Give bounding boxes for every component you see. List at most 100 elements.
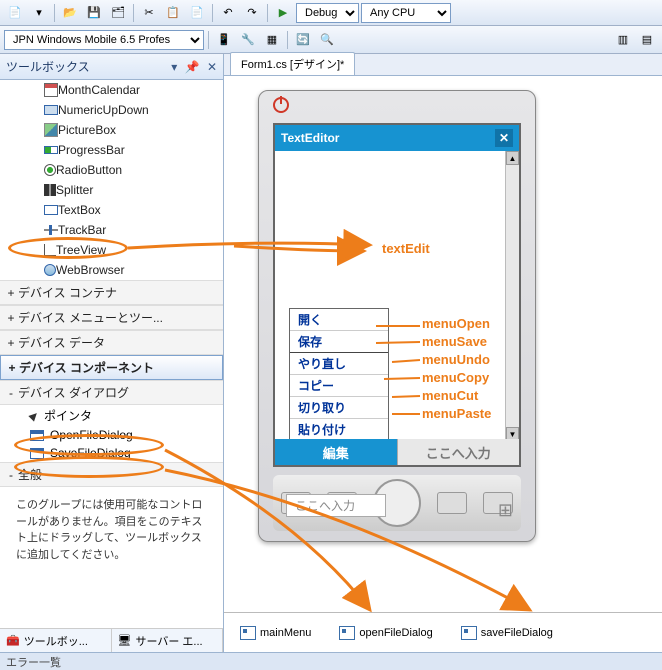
toolbox-item-icon	[44, 226, 58, 234]
dropdown-icon[interactable]: ▾	[28, 2, 50, 24]
doc-tab-form1[interactable]: Form1.cs [デザイン]*	[230, 52, 355, 75]
tray-savefiledialog[interactable]: saveFileDialog	[461, 626, 553, 640]
toolbox-category[interactable]: +デバイス データ	[0, 330, 223, 355]
toolbox-item-monthcalendar[interactable]: MonthCalendar	[0, 80, 223, 100]
menu-item[interactable]: やり直し	[290, 353, 388, 375]
menu-item[interactable]: コピー	[290, 375, 388, 397]
paste-button[interactable]: 📄	[186, 2, 208, 24]
toolbox-category[interactable]: +デバイス コンテナ	[0, 280, 223, 305]
main-toolbar: 📄 ▾ 📂 💾 🗂 ✂ 📋 📄 ↶ ↷ ▶ Debug Any CPU	[0, 0, 662, 26]
device-emulator: TextEditor ✕ ▲ ▼ 開く保存やり直しコピー切り取り貼り付け 編集	[258, 90, 536, 542]
toolbox-footer-tabs: 🧰ツールボッ... 🖥サーバー エ...	[0, 628, 223, 652]
vertical-scrollbar[interactable]: ▲ ▼	[505, 151, 519, 441]
form-title: TextEditor	[281, 131, 339, 145]
menu-input-hint[interactable]: ここへ入力	[286, 494, 386, 517]
component-tray: mainMenu openFileDialog saveFileDialog	[224, 612, 662, 652]
toolbox-category[interactable]: +デバイス コンポーネント	[0, 355, 223, 380]
expand-icon[interactable]: +	[4, 311, 18, 325]
copy-button[interactable]: 📋	[162, 2, 184, 24]
config-select[interactable]: Debug	[296, 3, 359, 23]
toolbox-category[interactable]: -デバイス ダイアログ	[0, 380, 223, 405]
expand-icon[interactable]: +	[5, 361, 19, 375]
close-icon[interactable]: ✕	[495, 129, 513, 147]
toolbox-panel: ツールボックス ▾ 📌 ✕ MonthCalendarNumericUpDown…	[0, 54, 224, 652]
tray-mainmenu[interactable]: mainMenu	[240, 626, 311, 640]
toolbox-item-savefiledialog[interactable]: SaveFileDialog	[0, 444, 223, 462]
new-project-button[interactable]: 📄	[4, 2, 26, 24]
soft-key-right[interactable]: ここへ入力	[397, 439, 520, 465]
expand-icon[interactable]: +	[4, 286, 18, 300]
toolbox-item-icon	[28, 410, 39, 421]
toolbox-item-icon	[44, 105, 58, 115]
toolbox-header: ツールボックス ▾ 📌 ✕	[0, 54, 223, 80]
scroll-up-icon[interactable]: ▲	[506, 151, 519, 165]
expand-icon[interactable]: -	[4, 468, 18, 482]
windows-logo-icon: ⊞	[498, 500, 513, 521]
toolbox-item-icon	[44, 205, 58, 215]
open-button[interactable]: 📂	[59, 2, 81, 24]
device-select[interactable]: JPN Windows Mobile 6.5 Profes	[4, 30, 204, 50]
menu-item[interactable]: 保存	[290, 331, 388, 353]
zoom-button[interactable]: 🔍	[316, 29, 338, 51]
toolbox-empty-text: このグループには使用可能なコントロールがありません。項目をこのテキスト上にドラッ…	[0, 487, 223, 573]
soft-key-left[interactable]: 編集	[275, 439, 397, 465]
designer-panel: Form1.cs [デザイン]* TextEditor ✕ ▲ ▼	[224, 54, 662, 652]
toolbox-item-trackbar[interactable]: TrackBar	[0, 220, 223, 240]
toolbox-item-numericupdown[interactable]: NumericUpDown	[0, 100, 223, 120]
device-toolbar: JPN Windows Mobile 6.5 Profes 📱 🔧 ▦ 🔄 🔍 …	[0, 26, 662, 54]
device-btn1[interactable]: 📱	[213, 29, 235, 51]
toolbox-item-openfiledialog[interactable]: OpenFileDialog	[0, 426, 223, 444]
layout-btn1[interactable]: ▥	[612, 29, 634, 51]
footer-tab-server[interactable]: 🖥サーバー エ...	[112, 629, 224, 652]
component-icon	[461, 626, 477, 640]
expand-icon[interactable]: +	[4, 336, 18, 350]
toolbox-close-icon[interactable]: ✕	[207, 60, 217, 74]
toolbox-item-progressbar[interactable]: ProgressBar	[0, 140, 223, 160]
save-button[interactable]: 💾	[83, 2, 105, 24]
toolbox-category-general[interactable]: -全般	[0, 462, 223, 487]
component-icon	[339, 626, 355, 640]
start-button[interactable]: ▶	[272, 2, 294, 24]
toolbox-item-icon	[44, 264, 56, 276]
toolbox-dropdown-icon[interactable]: ▾	[171, 60, 177, 74]
device-btn3[interactable]: ▦	[261, 29, 283, 51]
toolbox-item-ポインタ[interactable]: ポインタ	[0, 405, 223, 426]
toolbox-title: ツールボックス	[6, 58, 90, 75]
menu-item[interactable]: 開く	[290, 309, 388, 331]
toolbox-item-icon	[44, 123, 58, 137]
status-bar: エラー一覧	[0, 652, 662, 670]
design-surface[interactable]: TextEditor ✕ ▲ ▼ 開く保存やり直しコピー切り取り貼り付け 編集	[224, 76, 662, 612]
tray-openfiledialog[interactable]: openFileDialog	[339, 626, 432, 640]
menu-item[interactable]: 貼り付け	[290, 419, 388, 440]
toolbox-item-picturebox[interactable]: PictureBox	[0, 120, 223, 140]
toolbox-item-treeview[interactable]: TreeView	[0, 240, 223, 260]
platform-select[interactable]: Any CPU	[361, 3, 451, 23]
toolbox-item-icon	[44, 164, 56, 176]
toolbox-item-icon	[44, 184, 56, 196]
save-all-button[interactable]: 🗂	[107, 2, 129, 24]
menu-item[interactable]: 切り取り	[290, 397, 388, 419]
device-screen: TextEditor ✕ ▲ ▼ 開く保存やり直しコピー切り取り貼り付け 編集	[273, 123, 521, 467]
cut-button[interactable]: ✂	[138, 2, 160, 24]
expand-icon[interactable]: -	[4, 386, 18, 400]
toolbox-item-icon	[44, 83, 58, 97]
component-icon	[240, 626, 256, 640]
footer-tab-toolbox[interactable]: 🧰ツールボッ...	[0, 629, 112, 652]
toolbox-item-textbox[interactable]: TextBox	[0, 200, 223, 220]
document-tabs: Form1.cs [デザイン]*	[224, 54, 662, 76]
toolbox-item-radiobutton[interactable]: RadioButton	[0, 160, 223, 180]
toolbox-item-icon	[44, 146, 58, 154]
undo-button[interactable]: ↶	[217, 2, 239, 24]
form-titlebar: TextEditor ✕	[275, 125, 519, 151]
context-menu: 開く保存やり直しコピー切り取り貼り付け	[289, 308, 389, 441]
soft-key-bar: 編集 ここへ入力	[275, 439, 519, 465]
toolbox-item-webbrowser[interactable]: WebBrowser	[0, 260, 223, 280]
layout-btn2[interactable]: ▤	[636, 29, 658, 51]
device-btn2[interactable]: 🔧	[237, 29, 259, 51]
rotate-button[interactable]: 🔄	[292, 29, 314, 51]
toolbox-category[interactable]: +デバイス メニューとツー...	[0, 305, 223, 330]
redo-button[interactable]: ↷	[241, 2, 263, 24]
toolbox-item-splitter[interactable]: Splitter	[0, 180, 223, 200]
toolbox-item-icon	[30, 448, 44, 459]
toolbox-pin-icon[interactable]: 📌	[185, 60, 200, 74]
